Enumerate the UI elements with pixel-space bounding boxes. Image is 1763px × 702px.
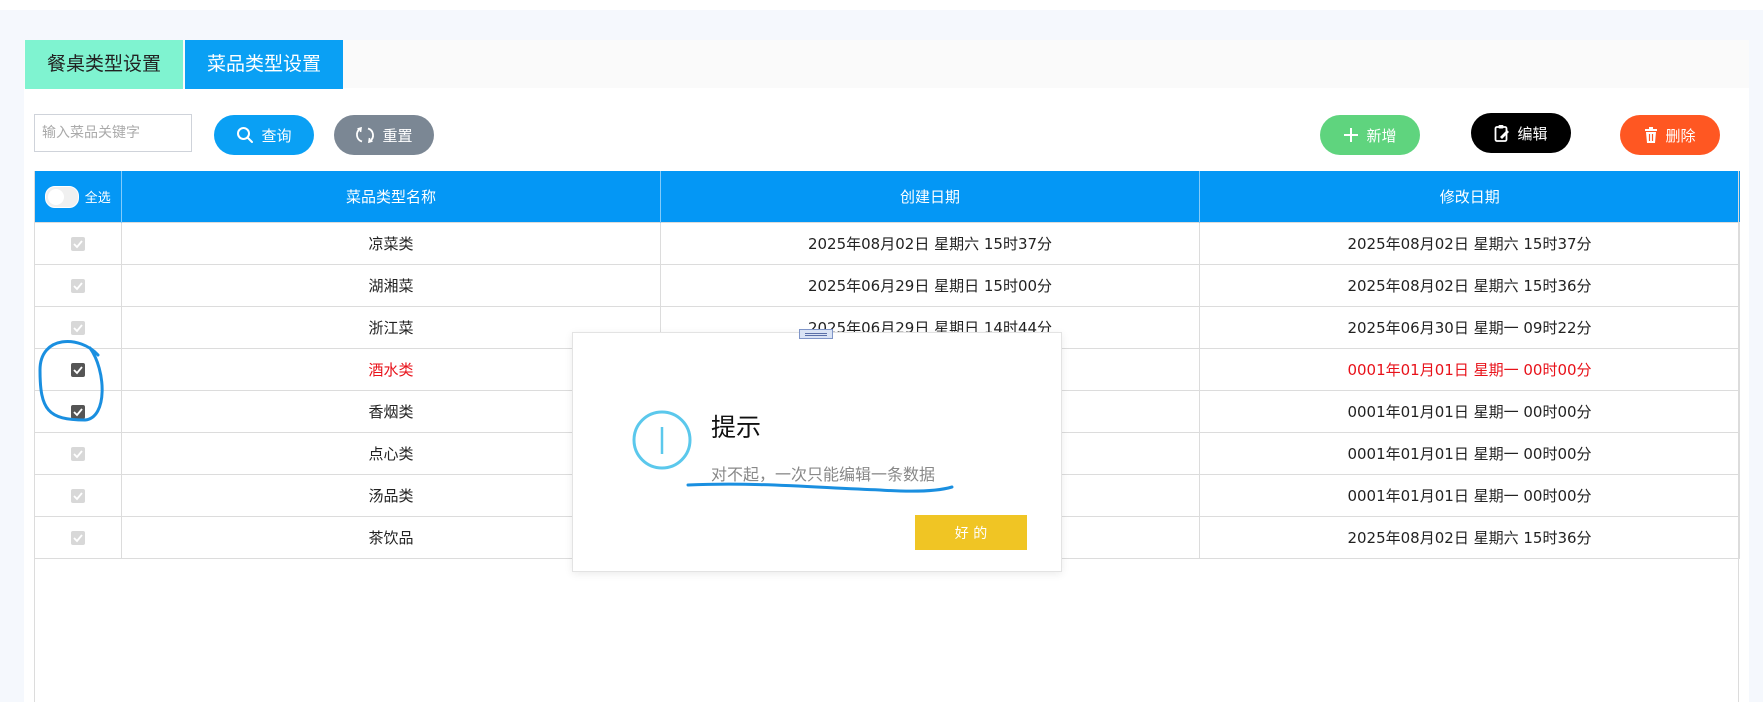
- search-icon: [237, 127, 254, 143]
- row-checkbox[interactable]: [71, 279, 85, 293]
- row-checkbox-cell: [34, 348, 122, 391]
- cell-modified: 0001年01月01日 星期一 00时00分: [1199, 432, 1740, 475]
- plus-icon: [1344, 128, 1359, 142]
- row-checkbox[interactable]: [71, 405, 85, 419]
- row-checkbox-cell: [34, 432, 122, 475]
- dialog-message: 对不起，一次只能编辑一条数据: [711, 465, 936, 484]
- row-checkbox-cell: [34, 474, 122, 517]
- row-checkbox[interactable]: [71, 321, 85, 335]
- row-checkbox-cell: [34, 222, 122, 265]
- reset-label: 重置: [382, 126, 413, 145]
- top-band: [0, 0, 1763, 10]
- row-checkbox-cell: [34, 306, 122, 349]
- cell-modified: 2025年08月02日 星期六 15时36分: [1199, 516, 1740, 559]
- delete-button[interactable]: 删除: [1620, 115, 1720, 155]
- cell-name: 湖湘菜: [121, 264, 661, 307]
- dialog-title: 提示: [711, 413, 762, 442]
- dialog-drag-handle[interactable]: [799, 329, 833, 339]
- tab-dish-type-settings[interactable]: 菜品类型设置: [185, 40, 343, 89]
- add-label: 新增: [1366, 126, 1397, 145]
- table-row[interactable]: 凉菜类 2025年08月02日 星期六 15时37分 2025年08月02日 星期六…: [34, 222, 1740, 265]
- table-header-row: 全选 菜品类型名称 创建日期 修改日期: [34, 171, 1740, 223]
- cell-created: 2025年06月29日 星期日 15时00分: [660, 264, 1200, 307]
- reset-button[interactable]: 重置: [334, 115, 434, 155]
- header-modified: 修改日期: [1199, 171, 1740, 223]
- cell-created: 2025年08月02日 星期六 15时37分: [660, 222, 1200, 265]
- header-name: 菜品类型名称: [121, 171, 661, 223]
- clipboard-edit-icon: [1495, 125, 1510, 142]
- select-all-header[interactable]: 全选: [34, 171, 122, 223]
- trash-icon: [1645, 127, 1658, 143]
- cell-modified: 2025年08月02日 星期六 15时37分: [1199, 222, 1740, 265]
- select-all-label: 全选: [84, 191, 111, 206]
- cell-modified: 0001年01月01日 星期一 00时00分: [1199, 348, 1740, 391]
- row-checkbox[interactable]: [71, 447, 85, 461]
- cell-name: 凉菜类: [121, 222, 661, 265]
- add-button[interactable]: 新增: [1320, 115, 1420, 155]
- edit-button[interactable]: 编辑: [1471, 113, 1571, 153]
- delete-label: 删除: [1665, 126, 1696, 145]
- header-created: 创建日期: [660, 171, 1200, 223]
- cell-modified: 0001年01月01日 星期一 00时00分: [1199, 474, 1740, 517]
- search-input[interactable]: [34, 114, 192, 152]
- table-row[interactable]: 湖湘菜 2025年06月29日 星期日 15时00分 2025年08月02日 星期六…: [34, 264, 1740, 307]
- row-checkbox-cell: [34, 264, 122, 307]
- info-icon: [632, 410, 692, 470]
- query-button[interactable]: 查询: [214, 115, 314, 155]
- row-checkbox[interactable]: [71, 489, 85, 503]
- refresh-icon: [356, 126, 375, 144]
- edit-label: 编辑: [1517, 124, 1548, 143]
- query-label: 查询: [261, 126, 292, 145]
- cell-modified: 2025年06月30日 星期一 09时22分: [1199, 306, 1740, 349]
- cell-modified: 2025年08月02日 星期六 15时36分: [1199, 264, 1740, 307]
- row-checkbox[interactable]: [71, 237, 85, 251]
- select-all-toggle[interactable]: [44, 185, 79, 208]
- row-checkbox-cell: [34, 516, 122, 559]
- tab-table-type-settings[interactable]: 餐桌类型设置: [25, 40, 183, 89]
- cell-modified: 0001年01月01日 星期一 00时00分: [1199, 390, 1740, 433]
- ok-button[interactable]: 好 的: [915, 515, 1027, 550]
- row-checkbox[interactable]: [71, 363, 85, 377]
- row-checkbox-cell: [34, 390, 122, 433]
- row-checkbox[interactable]: [71, 531, 85, 545]
